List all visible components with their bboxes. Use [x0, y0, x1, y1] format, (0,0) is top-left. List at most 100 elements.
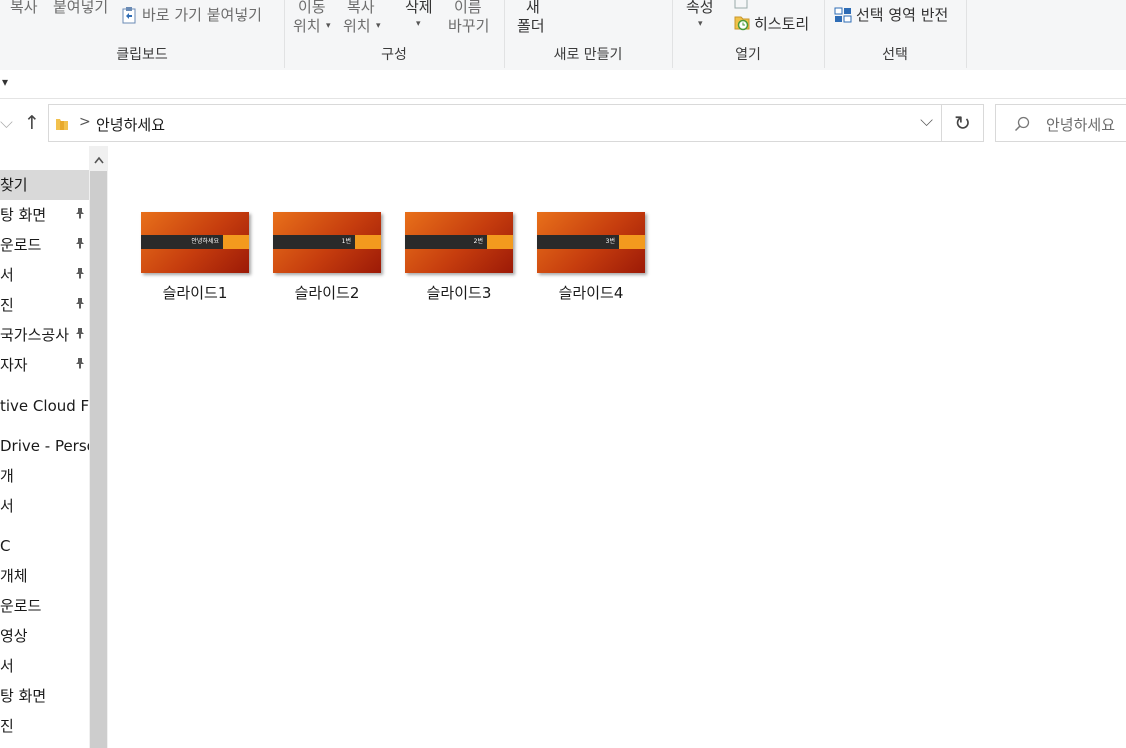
rename-button[interactable]: 바꾸기: [448, 17, 489, 35]
back-button[interactable]: ⌵: [0, 104, 13, 142]
nav-item[interactable]: 진: [0, 290, 89, 320]
nav-scrollbar-thumb[interactable]: [90, 171, 107, 748]
history-icon: [733, 14, 751, 36]
nav-item[interactable]: 찾기: [0, 170, 89, 200]
nav-item-label: 서: [0, 497, 14, 515]
nav-item-label: 탕 화면: [0, 687, 47, 705]
nav-item[interactable]: 개체: [0, 561, 89, 591]
nav-item[interactable]: 서: [0, 260, 89, 290]
nav-item[interactable]: 서: [0, 651, 89, 681]
copy-to-label-line1[interactable]: 복사: [347, 0, 375, 16]
properties-button[interactable]: 속성: [686, 0, 714, 16]
nav-item-label: 찾기: [0, 176, 28, 194]
nav-item-label: 진: [0, 717, 14, 735]
thumbnail-text: 2번: [473, 238, 483, 245]
quick-access-dropdown-icon[interactable]: ▾: [2, 75, 8, 89]
search-placeholder: 안녕하세요: [1046, 116, 1116, 134]
slide-thumbnail: 3번: [537, 212, 645, 273]
folder-icon: [55, 116, 69, 135]
file-name: 슬라이드3: [426, 284, 492, 302]
delete-button[interactable]: 삭제: [405, 0, 433, 16]
pin-icon: [75, 290, 85, 320]
group-label-new: 새로 만들기: [553, 47, 623, 63]
nav-item-label: 운로드: [0, 597, 42, 615]
nav-item[interactable]: 운로드: [0, 591, 89, 621]
pin-icon: [75, 320, 85, 350]
nav-item-label: 탕 화면: [0, 206, 47, 224]
refresh-button[interactable]: ↻: [942, 104, 984, 142]
nav-item-label: 진: [0, 296, 14, 314]
new-folder-label-line1[interactable]: 새: [526, 0, 540, 16]
pin-icon: [75, 200, 85, 230]
ribbon: 복사 붙여넣기 바로 가기 붙여넣기 클립보드 이동 위치 ▾ 복사 위치 ▾ …: [0, 0, 1126, 71]
address-history-dropdown-icon[interactable]: ⌵: [920, 111, 933, 131]
nav-item-label: 운로드: [0, 236, 42, 254]
nav-item[interactable]: 탕 화면: [0, 200, 89, 230]
slide-thumbnail: 안녕하세요: [141, 212, 249, 273]
nav-item[interactable]: 서: [0, 491, 89, 521]
nav-item[interactable]: 운로드: [0, 230, 89, 260]
nav-item[interactable]: tive Cloud Fil: [0, 391, 89, 421]
pin-icon: [75, 230, 85, 260]
paste-button[interactable]: 붙여넣기: [53, 0, 108, 16]
move-to-dropdown-icon[interactable]: ▾: [326, 21, 331, 31]
copy-to-button[interactable]: 위치: [343, 17, 371, 35]
nav-item-label: C: [0, 537, 11, 555]
new-folder-button[interactable]: 폴더: [517, 17, 545, 35]
file-item[interactable]: 안녕하세요슬라이드1: [130, 204, 260, 304]
file-item[interactable]: 2번슬라이드3: [394, 204, 524, 304]
nav-item[interactable]: Drive - Perso: [0, 431, 89, 461]
nav-item[interactable]: C: [0, 531, 89, 561]
slide-thumbnail: 2번: [405, 212, 513, 273]
nav-item-label: 개: [0, 467, 14, 485]
navigation-pane: 찾기 탕 화면 운로드 서 진 국가스공사 자자 tive Cloud Fil Drive - …: [0, 146, 89, 748]
nav-item-label: 영상: [0, 627, 28, 645]
nav-item[interactable]: 탕 화면: [0, 681, 89, 711]
edit-icon: [734, 0, 748, 13]
nav-item-label: 개체: [0, 567, 28, 585]
file-name: 슬라이드1: [162, 284, 228, 302]
nav-item[interactable]: 개: [0, 461, 89, 491]
pin-icon: [75, 350, 85, 380]
paste-shortcut-button[interactable]: 바로 가기 붙여넣기: [142, 6, 262, 24]
breadcrumb-separator: >: [79, 114, 91, 130]
properties-dropdown-icon[interactable]: ▾: [698, 19, 703, 29]
copy-to-dropdown-icon[interactable]: ▾: [376, 21, 381, 31]
file-item[interactable]: 1번 슬라이드2: [262, 204, 392, 304]
group-label-open: 열기: [735, 47, 761, 63]
nav-item-label: 자자: [0, 356, 28, 374]
invert-selection-icon: [834, 7, 852, 27]
nav-item-label: Drive - Perso: [0, 437, 89, 455]
nav-item-label: 서: [0, 657, 14, 675]
nav-item-label: 국가스공사: [0, 326, 70, 344]
group-label-organize: 구성: [381, 47, 407, 63]
delete-dropdown-icon[interactable]: ▾: [416, 19, 421, 29]
nav-item[interactable]: 영상: [0, 621, 89, 651]
file-name: 슬라이드2: [294, 284, 360, 302]
rename-label-line1[interactable]: 이름: [454, 0, 482, 16]
search-icon: [1014, 116, 1030, 136]
group-label-clipboard: 클립보드: [116, 47, 168, 63]
move-to-button[interactable]: 위치: [293, 17, 321, 35]
file-name: 슬라이드4: [558, 284, 624, 302]
group-separator: [966, 0, 967, 68]
file-item[interactable]: 3번슬라이드4: [526, 204, 656, 304]
nav-scroll-up-icon[interactable]: [89, 150, 108, 170]
pin-icon: [75, 260, 85, 290]
search-box[interactable]: 안녕하세요: [995, 104, 1126, 142]
address-bar[interactable]: > 안녕하세요 ⌵: [48, 104, 942, 142]
nav-item-label: 서: [0, 266, 14, 284]
group-label-select: 선택: [882, 47, 908, 63]
nav-item[interactable]: 자자: [0, 350, 89, 380]
copy-button[interactable]: 복사: [10, 0, 38, 16]
nav-item[interactable]: 국가스공사: [0, 320, 89, 350]
thumbnail-text: 3번: [605, 238, 615, 245]
up-button[interactable]: ↑: [20, 104, 44, 142]
breadcrumb-current[interactable]: 안녕하세요: [96, 114, 165, 135]
invert-selection-button[interactable]: 선택 영역 반전: [856, 6, 948, 24]
nav-item[interactable]: 진: [0, 711, 89, 741]
history-button[interactable]: 히스토리: [754, 15, 809, 33]
move-to-label-line1[interactable]: 이동: [298, 0, 326, 16]
thumbnail-text: 안녕하세요: [191, 238, 219, 245]
nav-item-label: tive Cloud Fil: [0, 397, 89, 415]
